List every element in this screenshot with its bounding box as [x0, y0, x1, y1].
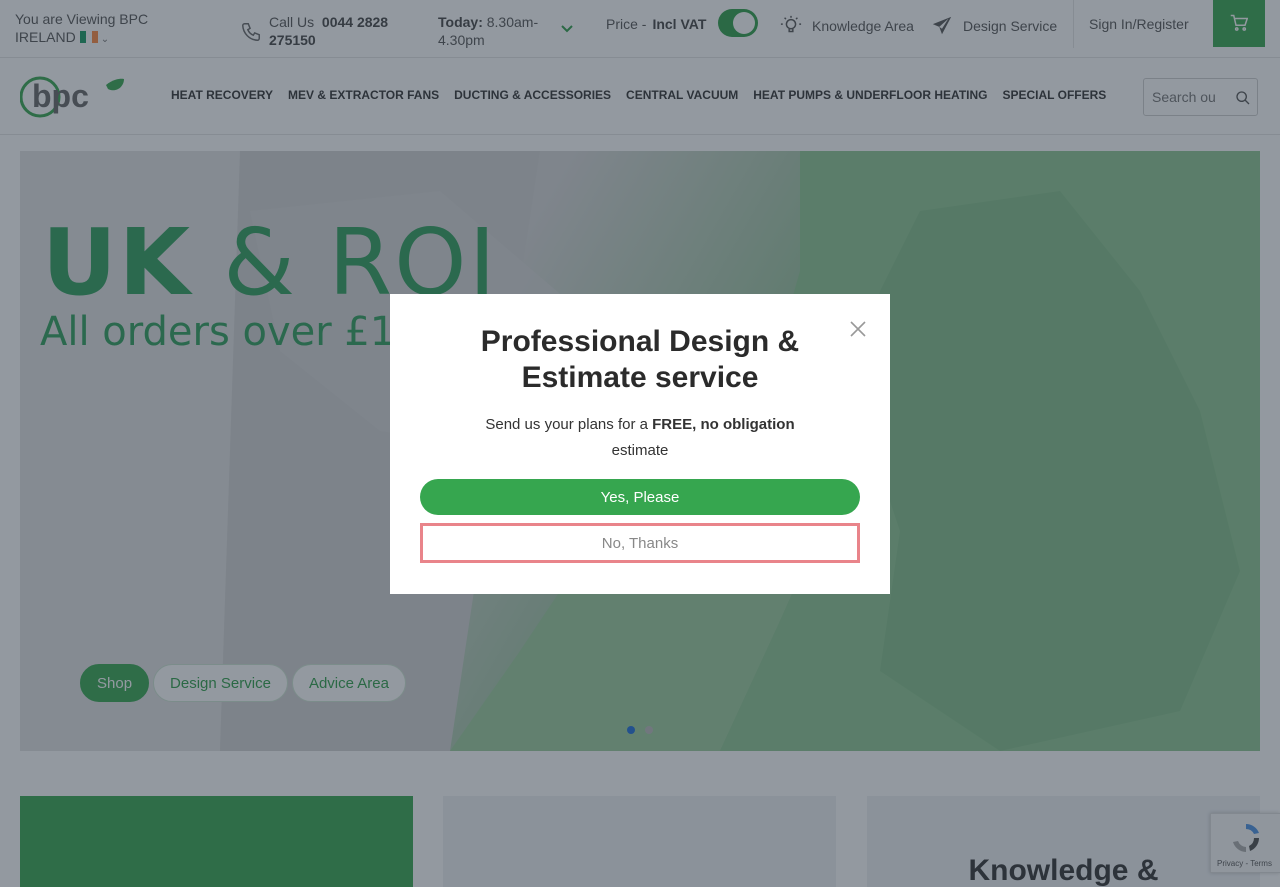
modal-description: Send us your plans for a FREE, no obliga…	[480, 412, 800, 464]
modal-text-post: estimate	[611, 442, 669, 459]
yes-please-button[interactable]: Yes, Please	[420, 479, 860, 515]
design-service-modal: Professional Design & Estimate service S…	[390, 294, 890, 594]
no-thanks-button[interactable]: No, Thanks	[420, 523, 860, 563]
modal-text-pre: Send us your plans for a	[485, 416, 653, 433]
modal-text-bold: FREE, no obligation	[652, 416, 795, 433]
modal-title: Professional Design & Estimate service	[480, 325, 800, 394]
close-icon[interactable]	[849, 320, 867, 338]
